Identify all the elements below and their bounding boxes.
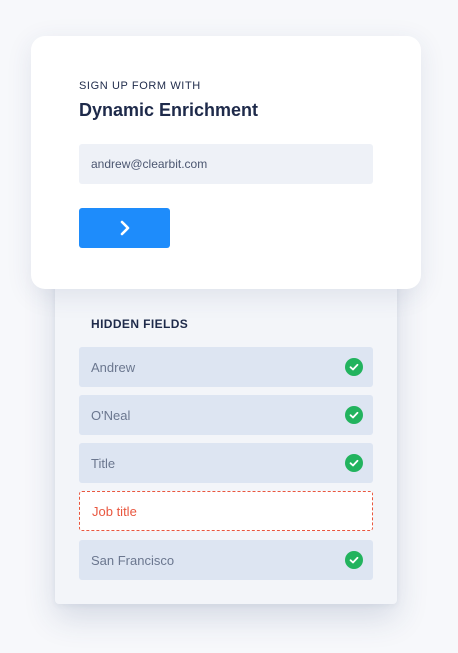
form-title: Dynamic Enrichment <box>79 100 259 120</box>
field-value: San Francisco <box>91 552 175 568</box>
check-circle-icon <box>345 454 363 472</box>
field-value: Andrew <box>91 359 136 375</box>
hidden-field-last-name[interactable]: O'Neal <box>79 395 373 435</box>
hidden-field-city[interactable]: San Francisco <box>79 540 373 580</box>
field-value: Job title <box>92 503 137 519</box>
hidden-field-title[interactable]: Title <box>79 443 373 483</box>
hidden-fields-panel: HIDDEN FIELDS Andrew O'Neal Title Job ti… <box>55 250 397 604</box>
field-value: Title <box>91 455 116 471</box>
hidden-fields-title: HIDDEN FIELDS <box>91 317 189 331</box>
field-value: O'Neal <box>91 407 131 423</box>
check-circle-icon <box>345 358 363 376</box>
check-circle-icon <box>345 406 363 424</box>
form-eyebrow: SIGN UP FORM WITH <box>79 80 201 92</box>
submit-button[interactable] <box>79 208 170 248</box>
hidden-field-job-title[interactable]: Job title <box>79 491 373 531</box>
stage: HIDDEN FIELDS Andrew O'Neal Title Job ti… <box>0 0 458 653</box>
check-circle-icon <box>345 551 363 569</box>
email-field[interactable] <box>79 144 373 184</box>
hidden-field-first-name[interactable]: Andrew <box>79 347 373 387</box>
signup-form-card: SIGN UP FORM WITH Dynamic Enrichment <box>31 36 421 289</box>
chevron-right-icon <box>119 220 131 236</box>
